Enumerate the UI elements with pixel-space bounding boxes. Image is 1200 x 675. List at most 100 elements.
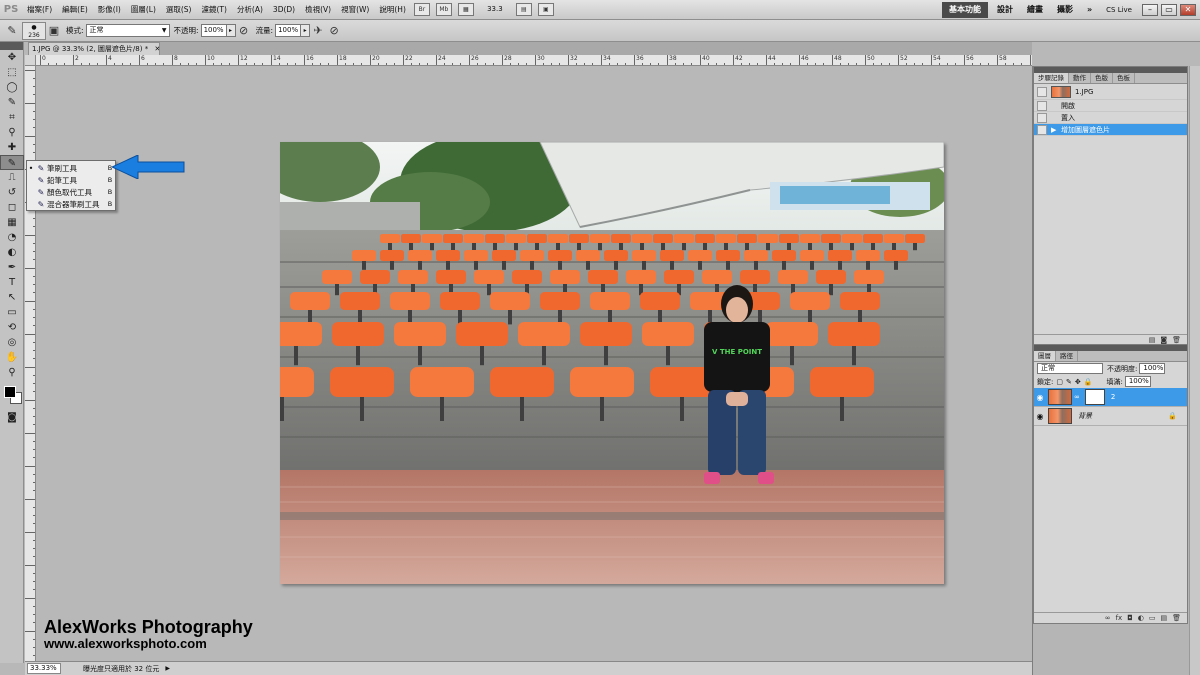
arrange-docs-icon[interactable]: ▤ bbox=[515, 3, 532, 16]
add-mask-icon[interactable]: ◘ bbox=[1127, 614, 1133, 622]
bridge-icon[interactable]: Br bbox=[413, 3, 430, 16]
clone-stamp-icon[interactable]: ⎍ bbox=[0, 170, 24, 185]
minibridge-icon[interactable]: Mb bbox=[435, 3, 452, 16]
quick-mask-icon[interactable]: ◙ bbox=[0, 410, 24, 425]
healing-icon[interactable]: ✚ bbox=[0, 140, 24, 155]
new-layer-icon[interactable]: ▤ bbox=[1160, 614, 1167, 622]
menu-item-0[interactable]: 檔案(F) bbox=[22, 0, 57, 20]
menu-item-8[interactable]: 檢視(V) bbox=[300, 0, 336, 20]
flyout-item-1[interactable]: ✎ 鉛筆工具 B bbox=[27, 174, 115, 186]
new-group-icon[interactable]: ▭ bbox=[1149, 614, 1156, 622]
menu-item-5[interactable]: 濾鏡(T) bbox=[197, 0, 232, 20]
brush-preset-picker[interactable]: ● 236 bbox=[22, 21, 46, 40]
history-brush-source-icon[interactable] bbox=[1037, 124, 1047, 135]
type-icon[interactable]: T bbox=[0, 275, 24, 290]
layer-row[interactable]: ◉ 背景 🔒 bbox=[1034, 407, 1187, 426]
mode-select[interactable]: 正常 ▼ bbox=[85, 24, 170, 37]
lock-all-icon[interactable]: 🔒 bbox=[1084, 378, 1093, 386]
blend-mode-select[interactable]: 正常 bbox=[1037, 363, 1103, 374]
pen-icon[interactable]: ✒ bbox=[0, 260, 24, 275]
pressure-opacity-icon[interactable]: ⊘ bbox=[236, 23, 252, 39]
layer-style-icon[interactable]: fx bbox=[1116, 614, 1123, 622]
menu-item-10[interactable]: 說明(H) bbox=[374, 0, 411, 20]
flow-slider-toggle[interactable]: ▸ bbox=[301, 24, 311, 37]
toolbox-grip[interactable] bbox=[0, 42, 23, 50]
brush-panel-toggle-icon[interactable]: ▣ bbox=[46, 23, 62, 39]
document-canvas-image[interactable]: V THE POINT bbox=[280, 142, 944, 584]
brush-icon[interactable]: ✎ bbox=[0, 155, 24, 170]
history-brush-source-icon[interactable] bbox=[1037, 112, 1047, 123]
eye-icon[interactable]: ◉ bbox=[1034, 412, 1046, 421]
tab-close-icon[interactable]: ✕ bbox=[154, 45, 159, 53]
tab-history-3[interactable]: 色板 bbox=[1113, 73, 1135, 83]
menu-item-2[interactable]: 影像(I) bbox=[93, 0, 126, 20]
workspace-painting[interactable]: 繪畫 bbox=[1020, 0, 1050, 20]
path-select-icon[interactable]: ↖ bbox=[0, 290, 24, 305]
screen-mode-icon[interactable]: ▣ bbox=[537, 3, 554, 16]
lock-transparency-icon[interactable]: ▢ bbox=[1056, 378, 1063, 386]
move-icon[interactable]: ✥ bbox=[0, 50, 24, 65]
tab-history-1[interactable]: 動作 bbox=[1069, 73, 1091, 83]
pressure-size-icon[interactable]: ⊘ bbox=[326, 23, 342, 39]
chain-link-icon[interactable]: ∞ bbox=[1074, 393, 1080, 401]
brush-preset-icon[interactable]: ✎ bbox=[4, 23, 20, 39]
eyedropper-icon[interactable]: ⚲ bbox=[0, 125, 24, 140]
dodge-icon[interactable]: ◐ bbox=[0, 245, 24, 260]
status-menu-arrow-icon[interactable]: ▶ bbox=[165, 665, 170, 672]
menu-item-4[interactable]: 選取(S) bbox=[161, 0, 197, 20]
tab-layers-1[interactable]: 路徑 bbox=[1056, 351, 1078, 361]
tab-layers-0[interactable]: 圖層 bbox=[1034, 351, 1056, 361]
layer-mask-thumbnail[interactable] bbox=[1084, 389, 1105, 405]
panel-dock-scrollbar[interactable] bbox=[1189, 66, 1200, 675]
fill-input[interactable]: 100% bbox=[1124, 376, 1151, 387]
history-snapshot[interactable]: 1.JPG bbox=[1034, 84, 1187, 100]
history-step[interactable]: ▶ 增加圖層遮色片 bbox=[1034, 124, 1187, 136]
new-document-icon[interactable]: ▤ bbox=[1149, 336, 1156, 344]
workspace-essentials[interactable]: 基本功能 bbox=[941, 1, 988, 18]
extras-icon[interactable]: ▦ bbox=[457, 3, 474, 16]
cs-live-button[interactable]: CS Live bbox=[1099, 0, 1139, 20]
3d-rotate-icon[interactable]: ⟲ bbox=[0, 320, 24, 335]
flow-input[interactable]: 100% bbox=[275, 24, 302, 37]
gradient-icon[interactable]: ▦ bbox=[0, 215, 24, 230]
hand-icon[interactable]: ✋ bbox=[0, 350, 24, 365]
document-tab[interactable]: 1.JPG @ 33.3% (2, 圖層遮色片/8) * ✕ bbox=[28, 42, 160, 55]
history-step[interactable]: 開啟 bbox=[1034, 100, 1187, 112]
layer-row[interactable]: ◉ ∞ 2 bbox=[1034, 388, 1187, 407]
menu-item-3[interactable]: 圖層(L) bbox=[126, 0, 161, 20]
menu-item-7[interactable]: 3D(D) bbox=[268, 0, 300, 20]
tab-history-0[interactable]: 步驟記錄 bbox=[1034, 73, 1069, 83]
shape-icon[interactable]: ▭ bbox=[0, 305, 24, 320]
vertical-ruler[interactable] bbox=[25, 66, 36, 663]
ruler-origin[interactable] bbox=[25, 55, 36, 66]
airbrush-icon[interactable]: ✈ bbox=[310, 23, 326, 39]
delete-layer-icon[interactable]: 🗑 bbox=[1172, 614, 1181, 622]
layer-opacity-input[interactable]: 100% bbox=[1139, 363, 1166, 374]
opacity-input[interactable]: 100% bbox=[200, 24, 227, 37]
menu-item-6[interactable]: 分析(A) bbox=[232, 0, 268, 20]
trash-icon[interactable]: 🗑 bbox=[1172, 336, 1181, 344]
snapshot-brush-source-icon[interactable] bbox=[1037, 86, 1047, 97]
blur-icon[interactable]: ◔ bbox=[0, 230, 24, 245]
horizontal-ruler[interactable]: 0 2 4 6 8 10 12 14 16 18 20 22 24 26 28 30 32 34 36 38 40 42 4… bbox=[36, 55, 1032, 66]
quick-select-icon[interactable]: ✎ bbox=[0, 95, 24, 110]
flyout-item-2[interactable]: ✎ 顏色取代工具 B bbox=[27, 186, 115, 198]
lock-position-icon[interactable]: ✥ bbox=[1075, 378, 1081, 386]
workspace-more-button[interactable]: » bbox=[1080, 0, 1099, 20]
3d-orbit-icon[interactable]: ◎ bbox=[0, 335, 24, 350]
workspace-photography[interactable]: 攝影 bbox=[1050, 0, 1080, 20]
eraser-icon[interactable]: ◻ bbox=[0, 200, 24, 215]
history-step[interactable]: 置入 bbox=[1034, 112, 1187, 124]
history-brush-icon[interactable]: ↺ bbox=[0, 185, 24, 200]
adjustment-layer-icon[interactable]: ◐ bbox=[1138, 614, 1144, 622]
eye-icon[interactable]: ◉ bbox=[1034, 393, 1046, 402]
link-layers-icon[interactable]: ∞ bbox=[1105, 614, 1111, 622]
zoom-icon[interactable]: ⚲ bbox=[0, 365, 24, 380]
tab-history-2[interactable]: 色版 bbox=[1091, 73, 1113, 83]
minimize-button[interactable]: – bbox=[1142, 3, 1158, 16]
zoom-level-field[interactable]: 33.3 bbox=[481, 3, 509, 16]
workspace-design[interactable]: 設計 bbox=[990, 0, 1020, 20]
lasso-icon[interactable]: ◯ bbox=[0, 80, 24, 95]
menu-item-1[interactable]: 編輯(E) bbox=[57, 0, 93, 20]
opacity-slider-toggle[interactable]: ▸ bbox=[226, 24, 236, 37]
